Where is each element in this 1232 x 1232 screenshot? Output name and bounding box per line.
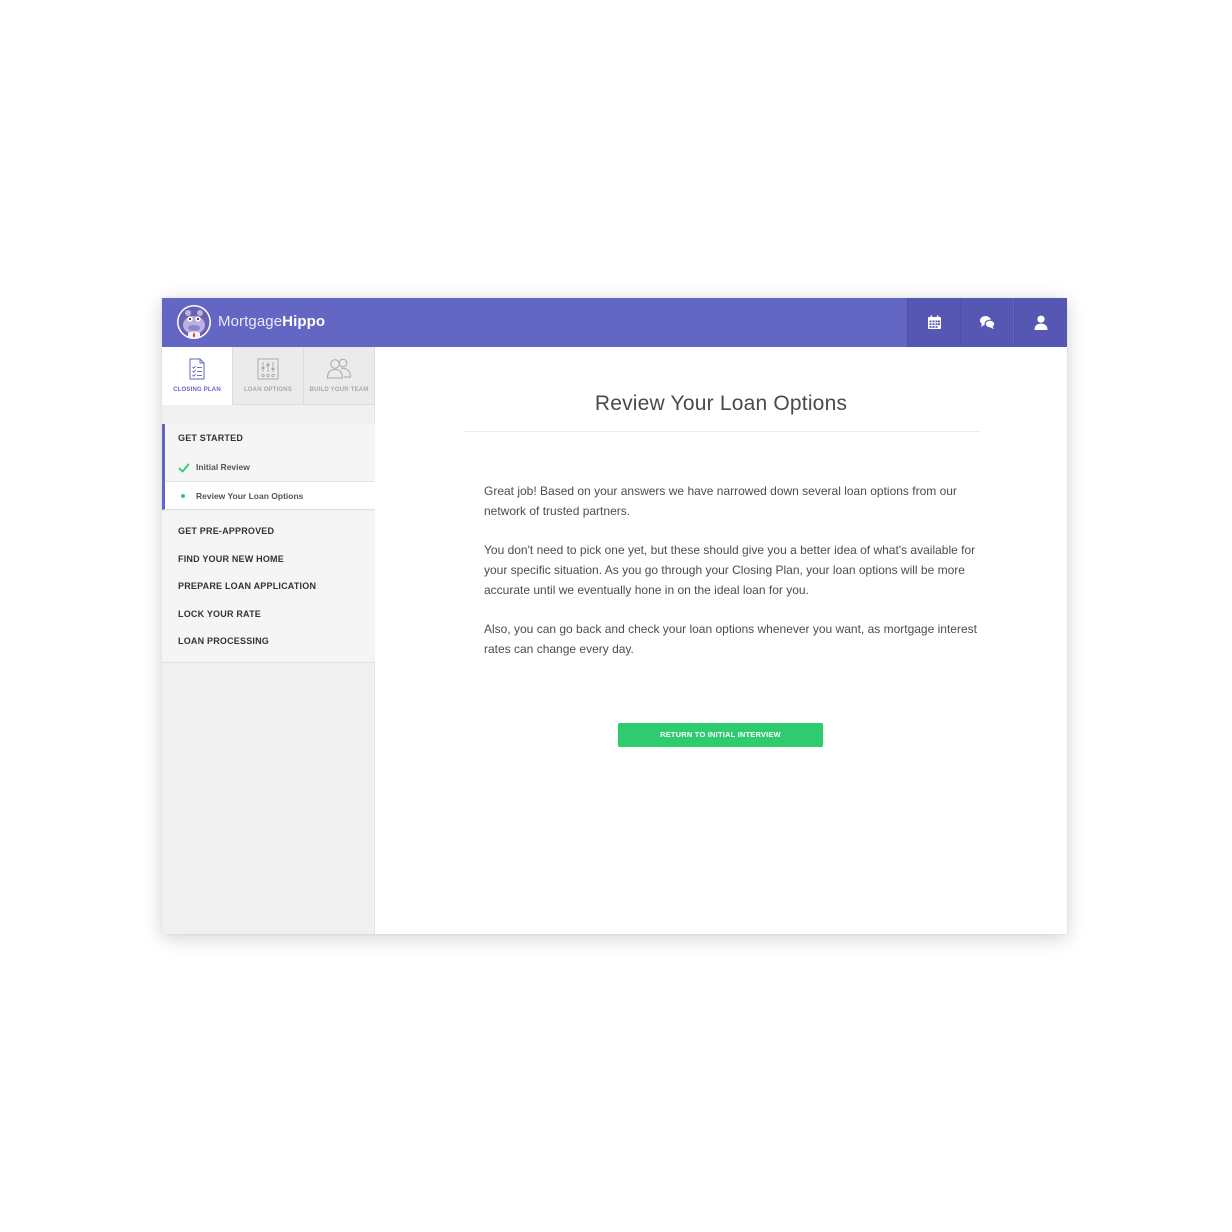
chat-icon <box>979 315 996 330</box>
tab-loan-options[interactable]: LOAN OPTIONS <box>233 347 304 405</box>
brand-name-bold: Hippo <box>282 313 326 330</box>
nav-step-get-pre-approved[interactable]: GET PRE-APPROVED <box>178 526 274 536</box>
calendar-button[interactable] <box>907 298 960 347</box>
tab-build-your-team[interactable]: BUILD YOUR TEAM <box>304 347 375 405</box>
user-button[interactable] <box>1014 298 1067 347</box>
calendar-icon <box>927 315 942 330</box>
nav-step-lock-your-rate[interactable]: LOCK YOUR RATE <box>178 609 261 619</box>
nav-steps-list: GET PRE-APPROVED FIND YOUR NEW HOME PREP… <box>162 511 375 663</box>
nav-item-review-your-loan-options[interactable]: Review Your Loan Options <box>165 481 378 509</box>
page-title: Review Your Loan Options <box>594 392 848 415</box>
sidebar: CLOSING PLAN LOAN OPTIONS BUILD YOUR TEA… <box>162 347 378 934</box>
current-step-dot-icon <box>181 494 185 498</box>
group-title[interactable]: GET STARTED <box>178 433 243 443</box>
rates-paragraph: Also, you can go back and check your loa… <box>484 622 977 656</box>
return-to-initial-interview-button[interactable]: RETURN TO INITIAL INTERVIEW <box>618 723 823 747</box>
intro-paragraph: Great job! Based on your answers we have… <box>484 484 957 518</box>
main-content: Review Your Loan Options Great job! Base… <box>375 347 1067 934</box>
nav-step-find-your-new-home[interactable]: FIND YOUR NEW HOME <box>178 554 284 564</box>
tab-label: CLOSING PLAN <box>173 387 221 393</box>
nav-step-loan-processing[interactable]: LOAN PROCESSING <box>178 636 269 646</box>
brand-name-light: Mortgage <box>218 313 283 330</box>
sliders-icon <box>257 358 279 385</box>
checkmark-icon <box>178 462 190 474</box>
nav-item-initial-review[interactable]: Initial Review <box>165 453 375 481</box>
people-icon <box>326 358 352 385</box>
document-checklist-icon <box>189 358 205 385</box>
tab-label: LOAN OPTIONS <box>243 387 293 393</box>
tab-closing-plan[interactable]: CLOSING PLAN <box>162 347 233 405</box>
chat-button[interactable] <box>960 298 1013 347</box>
nav-item-label: Initial Review <box>196 462 250 472</box>
app-window: MortgageHippo CLOSING PLAN LOAN OPTIONS … <box>162 298 1067 934</box>
nav-item-label: Review Your Loan Options <box>196 491 304 501</box>
user-icon <box>1034 315 1048 330</box>
sidebar-tabs: CLOSING PLAN LOAN OPTIONS BUILD YOUR TEA… <box>162 347 375 405</box>
nav-step-prepare-loan-application[interactable]: PREPARE LOAN APPLICATION <box>178 581 316 591</box>
title-divider <box>464 431 980 432</box>
top-navigation-bar: MortgageHippo <box>162 298 1067 347</box>
brand-name[interactable]: MortgageHippo <box>218 313 325 330</box>
hippo-logo-icon[interactable] <box>176 304 212 340</box>
tab-label: BUILD YOUR TEAM <box>309 387 369 393</box>
explanation-paragraph: You don't need to pick one yet, but thes… <box>484 543 976 597</box>
nav-group-get-started: GET STARTED Initial Review Review Your L… <box>162 424 378 510</box>
